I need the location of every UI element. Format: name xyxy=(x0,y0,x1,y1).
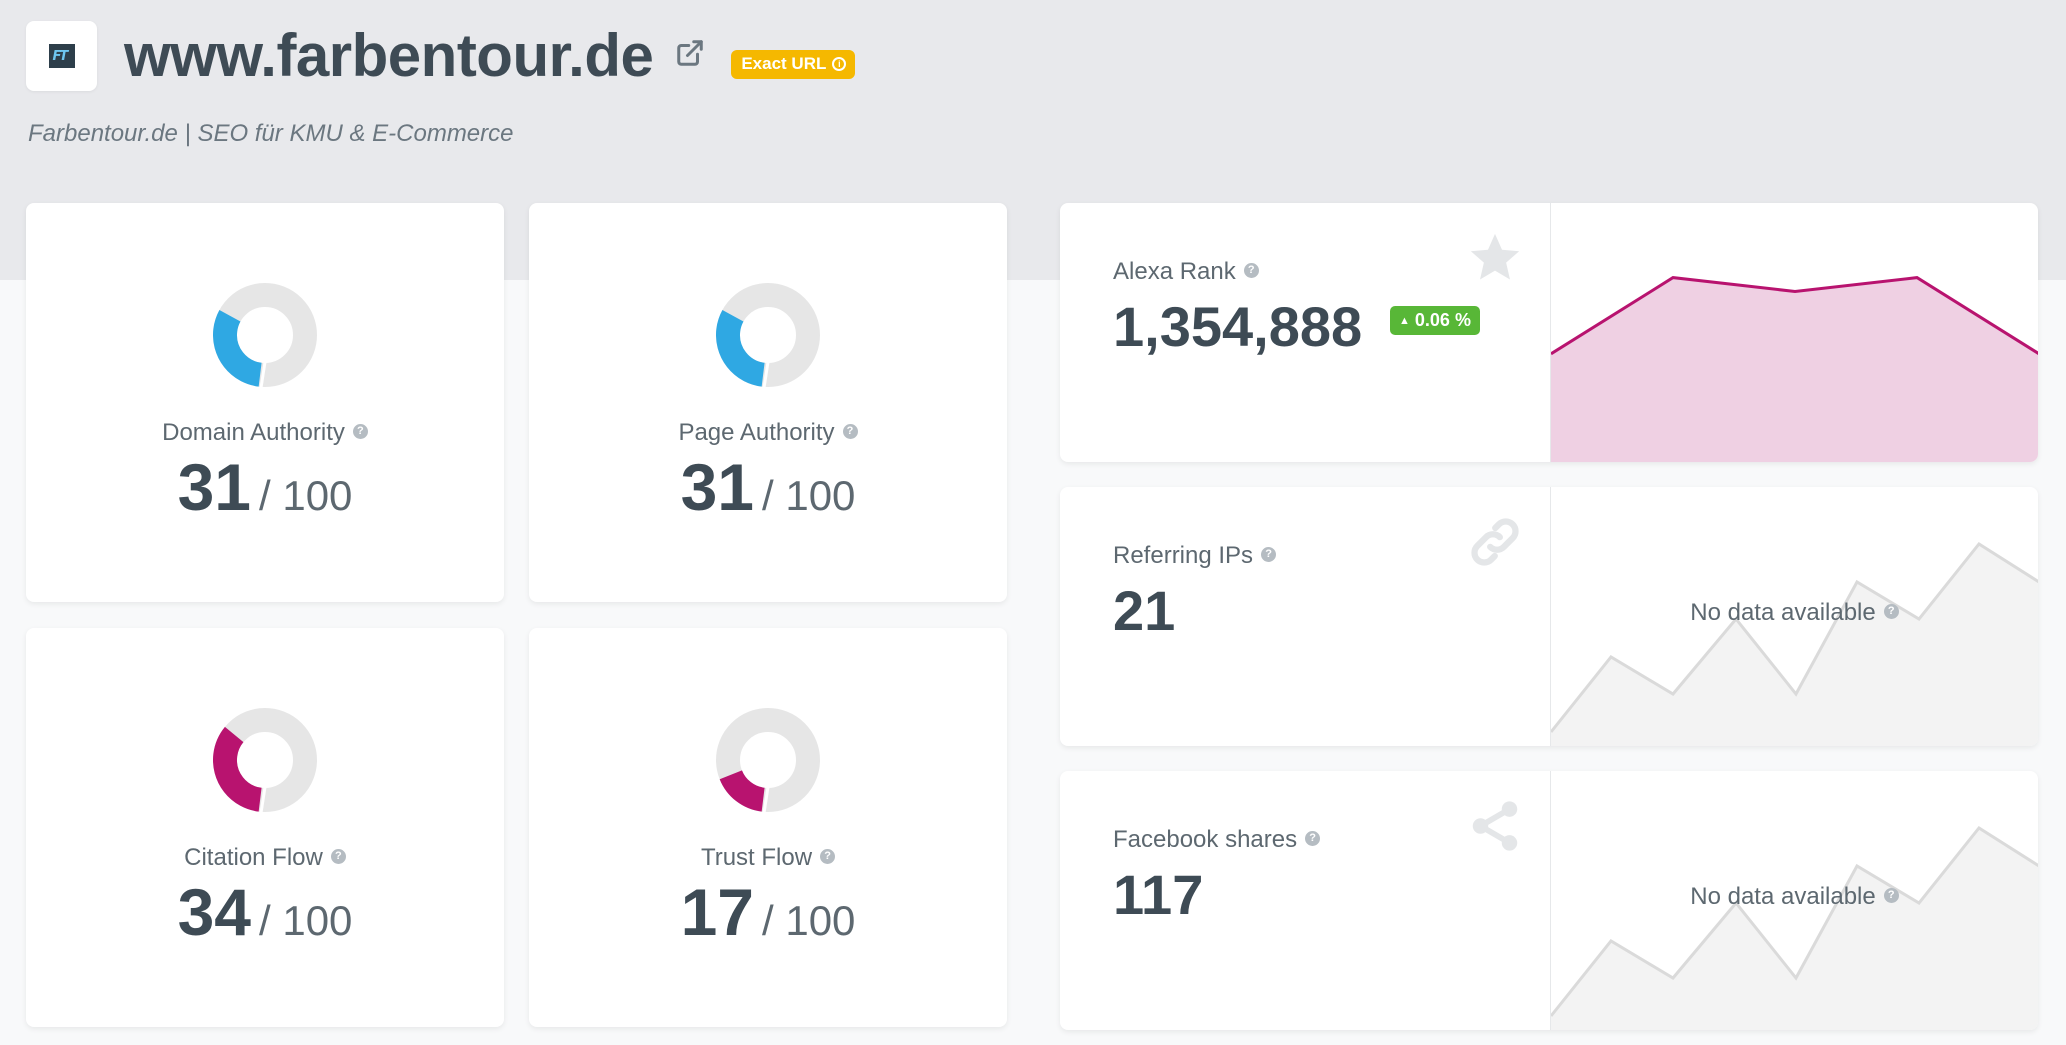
citation-flow-card: Citation Flow? 34/ 100 xyxy=(26,628,504,1027)
change-badge: ▲ 0.06 % xyxy=(1390,306,1480,335)
metric-value: 31/ 100 xyxy=(177,450,353,524)
favicon-icon: FT xyxy=(48,44,75,68)
help-icon[interactable]: ? xyxy=(1883,888,1899,904)
metric-label: Trust Flow? xyxy=(529,844,1007,872)
page-authority-donut xyxy=(716,283,820,387)
help-icon[interactable]: ? xyxy=(1883,604,1899,620)
referring-ips-summary: Referring IPs? 21 xyxy=(1060,487,1550,746)
site-header: FT www.farbentour.de Exact URL i xyxy=(26,21,856,91)
metric-value: 34/ 100 xyxy=(177,875,353,949)
metric-value: 17/ 100 xyxy=(680,875,856,949)
alexa-rank-card: Alexa Rank? 1,354,888 ▲ 0.06 % xyxy=(1060,203,2038,462)
metric-label: Page Authority? xyxy=(529,419,1007,447)
metric-label: Citation Flow? xyxy=(26,844,504,872)
trust-flow-card: Trust Flow? 17/ 100 xyxy=(529,628,1007,1027)
alexa-rank-value: 1,354,888 xyxy=(1113,295,1363,358)
help-icon[interactable]: ? xyxy=(352,424,368,440)
help-icon[interactable]: ? xyxy=(842,424,858,440)
facebook-shares-chart: No data available? xyxy=(1550,771,2038,1030)
stat-label: Facebook shares? xyxy=(1113,826,1321,854)
trust-flow-donut xyxy=(716,708,820,812)
star-icon xyxy=(1470,233,1520,280)
link-icon xyxy=(1471,518,1519,566)
facebook-shares-card: Facebook shares? 117 No data available? xyxy=(1060,771,2038,1030)
share-icon xyxy=(1472,801,1518,851)
referring-ips-chart: No data available? xyxy=(1550,487,2038,746)
help-icon[interactable]: ? xyxy=(330,849,346,865)
alexa-rank-chart xyxy=(1550,203,2038,462)
chart-area xyxy=(1551,277,2038,462)
domain-authority-card: Domain Authority? 31/ 100 xyxy=(26,203,504,602)
info-icon: i xyxy=(832,56,847,71)
domain-authority-donut xyxy=(213,283,317,387)
facebook-shares-summary: Facebook shares? 117 xyxy=(1060,771,1550,1030)
facebook-shares-value: 117 xyxy=(1113,863,1204,926)
alexa-rank-summary: Alexa Rank? 1,354,888 ▲ 0.06 % xyxy=(1060,203,1550,462)
help-icon[interactable]: ? xyxy=(1243,263,1259,279)
metric-value: 31/ 100 xyxy=(680,450,856,524)
no-data-message: No data available? xyxy=(1551,599,2038,627)
exact-url-label: Exact URL xyxy=(741,53,827,73)
external-link-icon[interactable] xyxy=(675,38,705,68)
exact-url-badge[interactable]: Exact URL i xyxy=(731,49,856,79)
referring-ips-value: 21 xyxy=(1113,579,1176,642)
no-data-message: No data available? xyxy=(1551,883,2038,911)
site-logo: FT xyxy=(26,21,97,91)
help-icon[interactable]: ? xyxy=(820,849,836,865)
referring-ips-card: Referring IPs? 21 No data available? xyxy=(1060,487,2038,746)
citation-flow-donut xyxy=(213,708,317,812)
arrow-up-icon: ▲ xyxy=(1399,315,1410,327)
site-description: Farbentour.de | SEO für KMU & E-Commerce xyxy=(28,120,514,147)
stat-label: Referring IPs? xyxy=(1113,542,1277,570)
metric-label: Domain Authority? xyxy=(26,419,504,447)
page-title: www.farbentour.de xyxy=(124,22,654,89)
help-icon[interactable]: ? xyxy=(1305,831,1321,847)
page-authority-card: Page Authority? 31/ 100 xyxy=(529,203,1007,602)
stat-label: Alexa Rank? xyxy=(1113,258,1259,286)
help-icon[interactable]: ? xyxy=(1261,547,1277,563)
